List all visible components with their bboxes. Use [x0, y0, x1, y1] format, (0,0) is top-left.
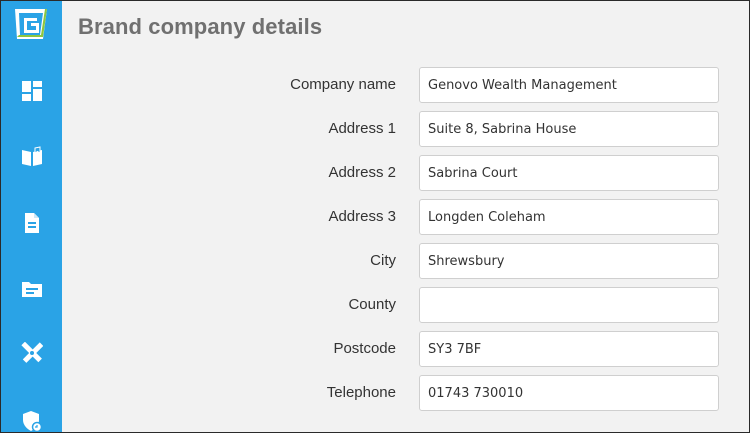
company-name-input[interactable] [419, 67, 719, 103]
sidebar [1, 1, 62, 432]
shield-icon [22, 411, 42, 432]
form-row-address-3: Address 3 [62, 199, 742, 235]
address-3-label: Address 3 [328, 208, 396, 225]
app-window: Brand company details Company name Addre… [0, 0, 750, 433]
sidebar-item-library[interactable] [1, 135, 62, 179]
sidebar-item-security[interactable] [1, 399, 62, 432]
form-row-telephone: Telephone [62, 375, 742, 411]
form-row-address-2: Address 2 [62, 155, 742, 191]
sidebar-item-folders[interactable] [1, 267, 62, 311]
telephone-label: Telephone [326, 384, 396, 401]
company-name-label: Company name [290, 76, 396, 93]
address-1-label: Address 1 [328, 120, 396, 137]
form-row-county: County [62, 287, 742, 323]
address-2-input[interactable] [419, 155, 719, 191]
county-label: County [348, 296, 396, 313]
address-2-label: Address 2 [328, 164, 396, 181]
sidebar-item-tools[interactable] [1, 331, 62, 375]
sidebar-item-dashboard[interactable] [1, 69, 62, 113]
postcode-label: Postcode [333, 340, 396, 357]
form-row-city: City [62, 243, 742, 279]
document-icon [24, 213, 39, 233]
postcode-input[interactable] [419, 331, 719, 367]
form-row-postcode: Postcode [62, 331, 742, 367]
city-input[interactable] [419, 243, 719, 279]
city-label: City [370, 252, 396, 269]
pencil-ruler-icon [20, 342, 43, 363]
sidebar-item-documents[interactable] [1, 201, 62, 245]
form-row-company-name: Company name [62, 67, 742, 103]
main-content: Brand company details Company name Addre… [62, 1, 749, 432]
telephone-input[interactable] [419, 375, 719, 411]
folder-icon [21, 282, 42, 297]
logo-icon [15, 9, 47, 39]
app-logo[interactable] [13, 7, 49, 41]
address-3-input[interactable] [419, 199, 719, 235]
form-row-address-1: Address 1 [62, 111, 742, 147]
dashboard-icon [21, 81, 42, 101]
open-book-icon [21, 146, 42, 166]
address-1-input[interactable] [419, 111, 719, 147]
county-input[interactable] [419, 287, 719, 323]
page-title: Brand company details [78, 14, 323, 39]
